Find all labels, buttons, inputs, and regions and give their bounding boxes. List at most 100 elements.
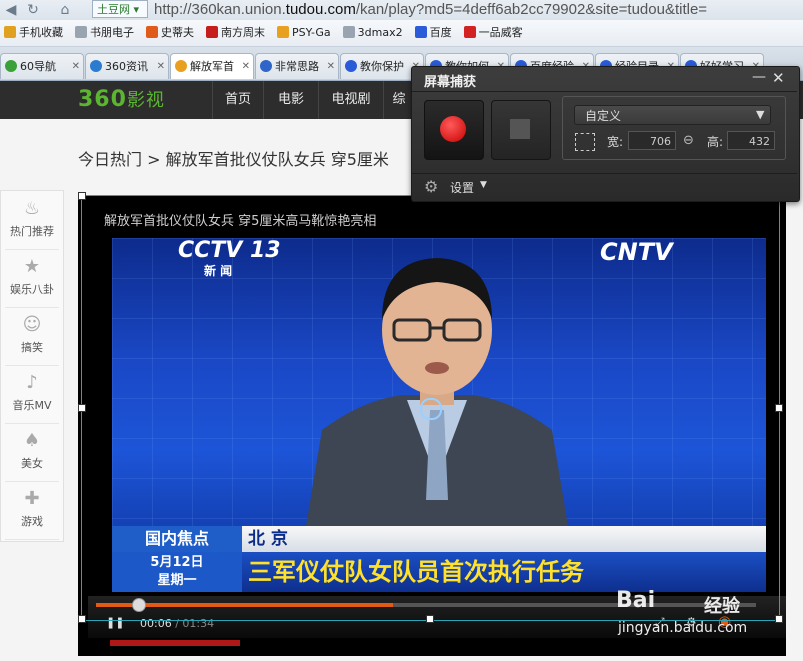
capture-window-title: 屏幕捕获: [424, 75, 477, 90]
breadcrumb: 今日热门 > 解放军首批仪仗队女兵 穿5厘米: [78, 146, 389, 170]
bookmark-item[interactable]: PSY-Ga: [273, 20, 331, 46]
record-icon: [440, 116, 466, 142]
tab-favicon: [90, 60, 102, 72]
bookmark-item[interactable]: 一品威客: [460, 20, 523, 46]
url-field[interactable]: http://360kan.union.tudou.com/kan/play?m…: [154, 0, 803, 19]
breadcrumb-separator: >: [147, 150, 161, 169]
sidebar-item[interactable]: ♪ 音乐MV: [5, 367, 59, 424]
nav-variety[interactable]: 综: [383, 81, 414, 119]
sidebar-item-label: 美女: [21, 457, 43, 470]
sidebar-item[interactable]: ☺ 搞笑: [5, 309, 59, 366]
bookmark-label: 一品威客: [478, 26, 523, 39]
bookmark-icon: [463, 26, 476, 38]
divider: [412, 91, 797, 92]
tab-close-icon[interactable]: ✕: [242, 54, 250, 79]
crosshair-icon[interactable]: [420, 398, 442, 420]
sidebar-item-label: 音乐MV: [12, 399, 52, 412]
url-domain: tudou.com: [285, 1, 356, 18]
tab-favicon: [260, 60, 272, 72]
gear-icon[interactable]: ⚙: [424, 177, 438, 196]
tab-label: 60导航: [20, 60, 56, 73]
width-label: 宽:: [607, 135, 624, 149]
logo-text: 360: [78, 87, 127, 112]
resize-handle-l[interactable]: [78, 404, 86, 412]
site-dropdown[interactable]: 土豆网 ▾: [92, 0, 148, 18]
flame-icon: ♨: [23, 198, 41, 219]
bookmark-item[interactable]: 南方周末: [202, 20, 265, 46]
music-note-icon: ♪: [26, 372, 38, 393]
gamepad-icon: ✚: [24, 488, 40, 509]
bookmark-label: PSY-Ga: [292, 26, 331, 39]
bookmark-icon: [75, 26, 87, 38]
close-icon[interactable]: ✕: [772, 69, 785, 87]
preset-select[interactable]: 自定义: [574, 105, 771, 125]
height-label: 高:: [707, 135, 724, 149]
chevron-down-icon[interactable]: ▼: [480, 180, 487, 190]
tab-close-icon[interactable]: ✕: [157, 54, 165, 79]
watermark-url: jingyan.baidu.com: [618, 620, 748, 636]
minimize-icon[interactable]: —: [752, 69, 766, 85]
high-heel-icon: ♠: [23, 430, 41, 451]
sidebar-item[interactable]: ★ 娱乐八卦: [5, 251, 59, 308]
tab-favicon: [5, 60, 17, 72]
settings-menu[interactable]: 设置: [450, 179, 474, 196]
region-select-icon[interactable]: [575, 133, 595, 151]
tab-label: 解放军首: [190, 60, 234, 73]
resize-handle-tl[interactable]: [78, 192, 86, 200]
address-bar: ◀ ↻ ⌂ 土豆网 ▾ http://360kan.union.tudou.co…: [0, 0, 803, 21]
resize-handle-r[interactable]: [775, 404, 783, 412]
resize-handle-b[interactable]: [426, 615, 434, 623]
bookmark-icon: [414, 26, 427, 38]
breadcrumb-title: 解放军首批仪仗队女兵 穿5厘米: [165, 150, 389, 169]
divider: [412, 173, 797, 174]
sidebar-item-label: 搞笑: [21, 341, 43, 354]
sidebar-item[interactable]: ♨ 热门推荐: [5, 193, 59, 250]
width-field[interactable]: 706: [628, 131, 676, 150]
link-ratio-icon[interactable]: ⊖: [683, 133, 694, 148]
chevron-down-icon: ▼: [756, 108, 765, 121]
bookmark-icon: [342, 26, 355, 38]
sidebar-item[interactable]: ♠ 美女: [5, 425, 59, 482]
tab-close-icon[interactable]: ✕: [72, 54, 80, 79]
url-prefix: http://360kan.union.: [154, 1, 286, 18]
back-icon[interactable]: ◀: [2, 1, 20, 19]
sidebar-item[interactable]: ✚ 游戏: [5, 483, 59, 540]
logo-suffix: 影视: [126, 90, 165, 111]
browser-tab[interactable]: 60导航 ✕: [0, 53, 84, 79]
bookmark-label: 手机收藏: [19, 26, 63, 39]
resize-handle-bl[interactable]: [78, 615, 86, 623]
browser-tab[interactable]: 解放军首 ✕: [170, 53, 254, 79]
breadcrumb-section[interactable]: 今日热门: [78, 150, 142, 169]
home-icon[interactable]: ⌂: [56, 1, 74, 19]
bookmark-label: 3dmax2: [357, 26, 403, 39]
tab-label: 教你保护: [360, 60, 404, 73]
bookmark-label: 百度: [429, 26, 452, 39]
nav-home[interactable]: 首页: [212, 81, 263, 119]
tab-label: 360资讯: [105, 60, 148, 73]
nav-tv[interactable]: 电视剧: [318, 81, 383, 119]
bookmarks-bar: 手机收藏 书朋电子 史蒂夫 南方周末 PSY-Ga 3dmax2 百度 一品威客: [0, 20, 803, 47]
site-dropdown-label: 土豆网: [97, 3, 130, 16]
browser-tab[interactable]: 360资讯 ✕: [85, 53, 169, 79]
bookmark-item[interactable]: 3dmax2: [339, 20, 403, 46]
resize-handle-br[interactable]: [775, 615, 783, 623]
bookmark-item[interactable]: 史蒂夫: [142, 20, 194, 46]
tab-favicon: [345, 60, 357, 72]
bookmark-icon: [4, 26, 16, 38]
height-field[interactable]: 432: [727, 131, 775, 150]
bookmark-item[interactable]: 百度: [411, 20, 452, 46]
category-sidebar: ♨ 热门推荐 ★ 娱乐八卦 ☺ 搞笑 ♪ 音乐MV ♠ 美女 ✚ 游戏: [0, 190, 64, 542]
refresh-icon[interactable]: ↻: [24, 1, 42, 19]
star-icon: ★: [23, 256, 41, 277]
bookmark-item[interactable]: 书朋电子: [71, 20, 134, 46]
bookmark-label: 史蒂夫: [161, 26, 194, 39]
bookmark-icon: [277, 26, 289, 38]
baidu-logo: Bai: [616, 588, 656, 613]
bookmark-item[interactable]: 手机收藏: [0, 20, 63, 46]
tab-close-icon[interactable]: ✕: [327, 54, 335, 79]
bookmark-icon: [206, 26, 218, 38]
browser-tab[interactable]: 非常思路 ✕: [255, 53, 339, 79]
tab-favicon: [175, 60, 187, 72]
nav-movies[interactable]: 电影: [263, 81, 318, 119]
site-logo[interactable]: 360影视: [78, 86, 165, 112]
